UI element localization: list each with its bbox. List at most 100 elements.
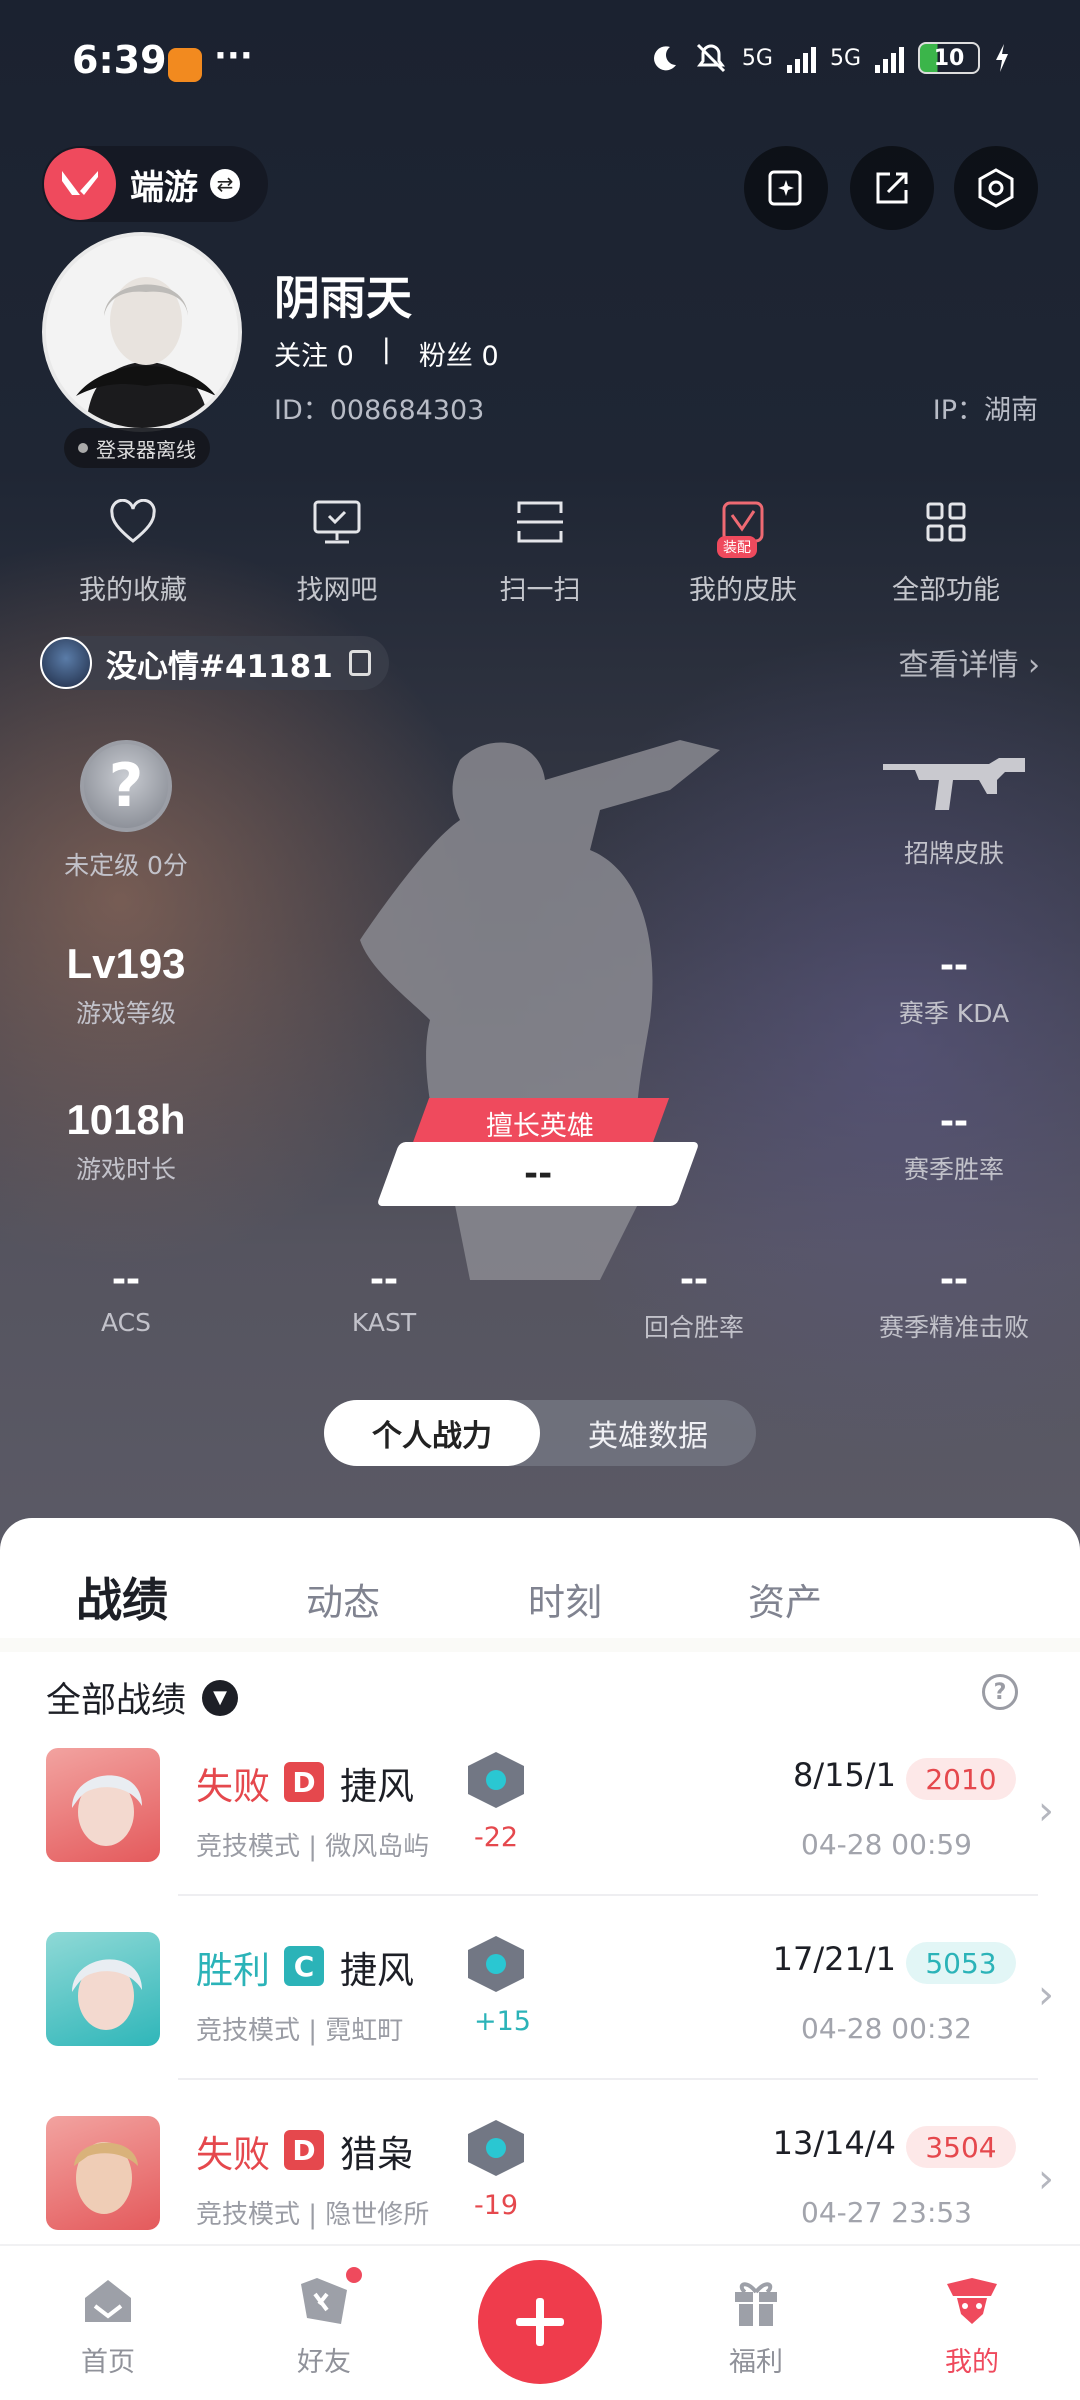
following-count[interactable]: 关注 0: [274, 334, 354, 373]
match-mode-map: 竞技模式 | 霓虹町: [196, 2016, 404, 2046]
nav-friends[interactable]: 好友: [264, 2264, 384, 2379]
match-grade-badge: D: [284, 1762, 324, 1802]
kast-label: KAST: [351, 1308, 417, 1337]
row-divider: [178, 2078, 1038, 2080]
action-favorites[interactable]: 我的收藏: [33, 492, 233, 607]
tab-moments[interactable]: 时刻: [528, 1572, 602, 1626]
action-scan[interactable]: 扫一扫: [440, 492, 640, 607]
main-hero-card[interactable]: --: [376, 1142, 700, 1206]
playtime-value: 1018h: [66, 1096, 186, 1143]
create-post-button[interactable]: [478, 2260, 602, 2384]
nav-rewards[interactable]: 福利: [696, 2272, 816, 2379]
match-row[interactable]: 失败 D 捷风 竞技模式 | 微风岛屿 -22 8/15/1 2010 04-2…: [0, 1748, 1080, 1932]
rank-tier-icon: [468, 1936, 524, 1992]
platform-label: 端游: [130, 167, 198, 208]
level-value: Lv193: [66, 940, 186, 987]
profile-icon: [943, 2272, 1001, 2330]
edit-card-button[interactable]: [744, 146, 828, 230]
tab-assets[interactable]: 资产: [748, 1572, 822, 1626]
chevron-right-icon: ›: [1028, 648, 1040, 683]
tab-activity[interactable]: 动态: [306, 1572, 380, 1626]
rank-delta: -19: [474, 2190, 519, 2221]
skin-badge: 装配: [717, 536, 757, 558]
unranked-icon: ?: [80, 740, 172, 832]
records-filter[interactable]: 全部战绩 ▼: [46, 1672, 239, 1723]
notification-app-icon: [168, 48, 202, 82]
network-label-1: 5G: [741, 45, 773, 71]
nav-me[interactable]: 我的: [912, 2272, 1032, 2379]
round-winrate-value: --: [680, 1254, 708, 1301]
action-all-features[interactable]: 全部功能: [846, 492, 1046, 607]
home-icon: [79, 2272, 137, 2330]
rifle-icon: [883, 758, 1025, 810]
headshot-value: --: [940, 1254, 968, 1301]
status-icons: 5G 5G 10: [650, 42, 1010, 74]
showcase-skin-label: 招牌皮肤: [903, 839, 1004, 868]
plus-icon: [516, 2298, 564, 2346]
filter-label: 全部战绩: [46, 1681, 187, 1721]
view-details-link[interactable]: 查看详情 ›: [898, 640, 1040, 684]
nav-friends-label: 好友: [297, 2347, 351, 2378]
match-score-badge: 5053: [906, 1942, 1016, 1984]
main-hero-value: --: [523, 1154, 553, 1194]
copy-icon[interactable]: [348, 650, 371, 676]
match-kda: 17/21/1: [772, 1940, 896, 1978]
agent-portrait-image: [46, 1932, 160, 2046]
fans-count[interactable]: 粉丝 0: [419, 334, 499, 373]
rank-stat[interactable]: ? 未定级 0分: [6, 740, 246, 882]
tab-records[interactable]: 战绩: [76, 1564, 168, 1630]
valorant-logo-icon: [44, 148, 116, 220]
action-label: 我的皮肤: [689, 575, 797, 606]
winrate-stat: -- 赛季胜率: [834, 1096, 1074, 1186]
records-panel: 战绩 动态 时刻 资产 全部战绩 ▼ ? 失败 D 捷风 竞技模式 | 微风岛屿…: [0, 1518, 1080, 2248]
gift-icon: [727, 2272, 785, 2330]
kda-value: --: [940, 940, 968, 987]
signal-icon-1: [786, 43, 816, 73]
share-button[interactable]: [850, 146, 934, 230]
toggle-hero-data[interactable]: 英雄数据: [540, 1400, 756, 1466]
skin-icon: 装配: [713, 492, 773, 558]
ip-location: IP：湖南: [932, 395, 1038, 426]
nickname: 阴雨天: [274, 271, 412, 325]
settings-button[interactable]: [954, 146, 1038, 230]
action-find-cafe[interactable]: 找网吧: [237, 492, 437, 607]
acs-label: ACS: [101, 1308, 151, 1337]
headshot-label: 赛季精准击败: [878, 1313, 1029, 1342]
playtime-label: 游戏时长: [75, 1155, 176, 1184]
winrate-value: --: [940, 1096, 968, 1143]
match-grade-badge: D: [284, 2130, 324, 2170]
match-grade-badge: C: [284, 1946, 324, 1986]
battery-icon: 10: [918, 42, 980, 74]
platform-switch[interactable]: 端游 ⇄: [42, 146, 268, 222]
match-result: 失败: [196, 2133, 270, 2176]
playtime-stat: 1018h 游戏时长: [6, 1096, 246, 1186]
game-account-name: 没心情#41181: [106, 648, 333, 685]
game-account-pill[interactable]: 没心情#41181: [40, 636, 389, 690]
main-hero-tag-label: 擅长英雄: [486, 1110, 594, 1142]
showcase-skin-stat[interactable]: 招牌皮肤: [834, 750, 1074, 870]
agent-name: 捷风: [340, 1949, 414, 1992]
winrate-label: 赛季胜率: [903, 1155, 1004, 1184]
heart-icon: [103, 492, 163, 552]
toggle-personal-power[interactable]: 个人战力: [324, 1400, 540, 1466]
kast-value: --: [370, 1254, 398, 1301]
action-my-skins[interactable]: 装配 我的皮肤: [643, 492, 843, 607]
nav-rewards-label: 福利: [729, 2347, 783, 2378]
agent-portrait-image: [46, 1748, 160, 1862]
help-icon[interactable]: ?: [982, 1674, 1018, 1710]
rank-delta: +15: [474, 2006, 531, 2037]
headshot-stat: -- 赛季精准击败: [834, 1254, 1074, 1344]
moon-icon: [653, 46, 676, 71]
status-time: 6:39: [72, 38, 167, 82]
status-more-dots: ···: [214, 36, 253, 76]
match-row[interactable]: 胜利 C 捷风 竞技模式 | 霓虹町 +15 17/21/1 5053 04-2…: [0, 1932, 1080, 2116]
nav-home[interactable]: 首页: [48, 2272, 168, 2379]
avatar[interactable]: [42, 232, 242, 432]
sparkle-card-icon: [768, 170, 802, 206]
match-date: 04-28 00:32: [801, 2012, 972, 2045]
offline-label: 登录器离线: [96, 437, 196, 462]
main-hero-tag: 擅长英雄: [410, 1098, 670, 1148]
rank-tier-icon: [468, 2120, 524, 2176]
kda-label: 赛季 KDA: [898, 999, 1010, 1028]
action-label: 我的收藏: [79, 575, 187, 606]
